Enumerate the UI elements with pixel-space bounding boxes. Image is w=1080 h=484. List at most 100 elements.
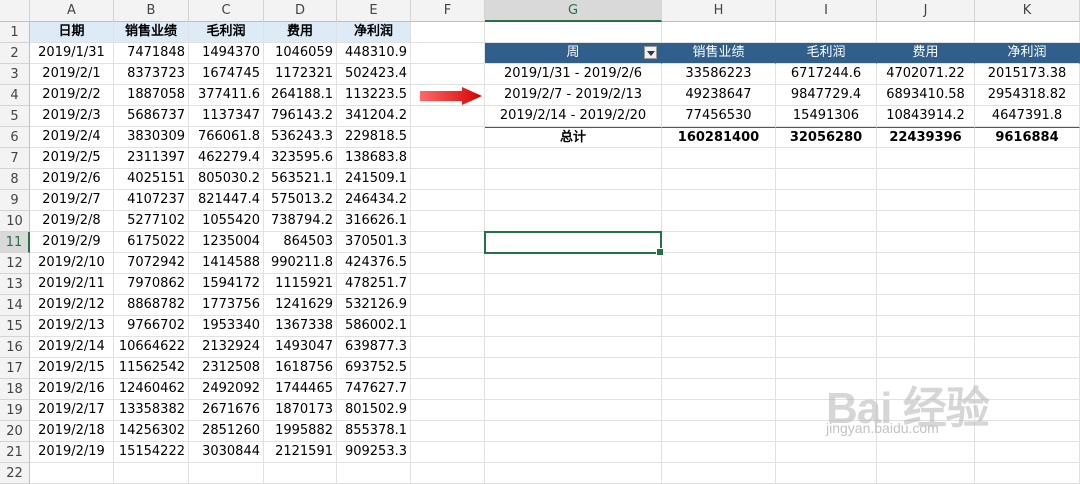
cell-f16[interactable]: [411, 337, 485, 358]
source-cell[interactable]: 8373723: [114, 64, 189, 85]
source-cell[interactable]: 14256302: [114, 421, 189, 442]
source-cell[interactable]: 532126.9: [337, 295, 411, 316]
source-cell[interactable]: 1172321: [264, 64, 337, 85]
source-cell[interactable]: 502423.4: [337, 64, 411, 85]
cell-k18[interactable]: [975, 379, 1080, 400]
cell-i19[interactable]: [776, 400, 877, 421]
cell-g12[interactable]: [485, 253, 662, 274]
source-cell[interactable]: 15154222: [114, 442, 189, 463]
source-cell[interactable]: 3830309: [114, 127, 189, 148]
pivot-cell[interactable]: 2019/2/14 - 2019/2/20: [485, 106, 662, 127]
source-cell[interactable]: 2019/2/19: [30, 442, 114, 463]
filter-dropdown-icon[interactable]: [644, 46, 657, 59]
source-cell[interactable]: 2019/2/14: [30, 337, 114, 358]
cell-g21[interactable]: [485, 442, 662, 463]
source-cell[interactable]: 478251.7: [337, 274, 411, 295]
cell-j11[interactable]: [877, 232, 975, 253]
cell-g17[interactable]: [485, 358, 662, 379]
source-cell[interactable]: 2019/2/10: [30, 253, 114, 274]
source-cell[interactable]: 2019/2/13: [30, 316, 114, 337]
source-cell[interactable]: 2019/2/9: [30, 232, 114, 253]
cell-i1[interactable]: [776, 22, 877, 43]
cell-g15[interactable]: [485, 316, 662, 337]
pivot-cell[interactable]: 4647391.8: [975, 106, 1080, 127]
cell-f19[interactable]: [411, 400, 485, 421]
cell-f7[interactable]: [411, 148, 485, 169]
source-cell[interactable]: 639877.3: [337, 337, 411, 358]
row-header-12[interactable]: 12: [0, 253, 30, 274]
cell-g19[interactable]: [485, 400, 662, 421]
source-cell[interactable]: 341204.2: [337, 106, 411, 127]
cell-e22[interactable]: [337, 463, 411, 484]
pivot-total-cell[interactable]: 160281400: [662, 127, 776, 148]
cell-k16[interactable]: [975, 337, 1080, 358]
pivot-cell[interactable]: 33586223: [662, 64, 776, 85]
source-cell[interactable]: 138683.8: [337, 148, 411, 169]
row-header-3[interactable]: 3: [0, 64, 30, 85]
source-cell[interactable]: 7970862: [114, 274, 189, 295]
source-cell[interactable]: 1870173: [264, 400, 337, 421]
cell-i13[interactable]: [776, 274, 877, 295]
row-header-21[interactable]: 21: [0, 442, 30, 463]
source-cell[interactable]: 2019/2/12: [30, 295, 114, 316]
cell-g9[interactable]: [485, 190, 662, 211]
cell-f9[interactable]: [411, 190, 485, 211]
cell-j13[interactable]: [877, 274, 975, 295]
cell-g22[interactable]: [485, 463, 662, 484]
cell-i18[interactable]: [776, 379, 877, 400]
cell-i7[interactable]: [776, 148, 877, 169]
cell-g8[interactable]: [485, 169, 662, 190]
pivot-cell[interactable]: 77456530: [662, 106, 776, 127]
cell-g18[interactable]: [485, 379, 662, 400]
cell-b22[interactable]: [114, 463, 189, 484]
cell-j7[interactable]: [877, 148, 975, 169]
cell-k8[interactable]: [975, 169, 1080, 190]
source-cell[interactable]: 2311397: [114, 148, 189, 169]
source-cell[interactable]: 370501.3: [337, 232, 411, 253]
source-cell[interactable]: 2019/2/2: [30, 85, 114, 106]
cell-k10[interactable]: [975, 211, 1080, 232]
source-cell[interactable]: 1674745: [189, 64, 264, 85]
source-cell[interactable]: 2019/2/17: [30, 400, 114, 421]
pivot-cell[interactable]: 2019/1/31 - 2019/2/6: [485, 64, 662, 85]
pivot-total-cell[interactable]: 9616884: [975, 127, 1080, 148]
pivot-header-4[interactable]: 净利润: [975, 43, 1080, 64]
source-cell[interactable]: 864503: [264, 232, 337, 253]
source-cell[interactable]: 747627.7: [337, 379, 411, 400]
source-cell[interactable]: 2019/2/11: [30, 274, 114, 295]
source-cell[interactable]: 1055420: [189, 211, 264, 232]
source-cell[interactable]: 10664622: [114, 337, 189, 358]
source-cell[interactable]: 2019/2/18: [30, 421, 114, 442]
source-cell[interactable]: 2019/2/6: [30, 169, 114, 190]
source-cell[interactable]: 1115921: [264, 274, 337, 295]
column-header-i[interactable]: I: [776, 0, 877, 22]
cell-f2[interactable]: [411, 43, 485, 64]
pivot-cell[interactable]: 2019/2/7 - 2019/2/13: [485, 85, 662, 106]
cell-j9[interactable]: [877, 190, 975, 211]
source-cell[interactable]: 1594172: [189, 274, 264, 295]
column-header-k[interactable]: K: [975, 0, 1080, 22]
cell-h10[interactable]: [662, 211, 776, 232]
cell-g1[interactable]: [485, 22, 662, 43]
column-header-j[interactable]: J: [877, 0, 975, 22]
cell-k12[interactable]: [975, 253, 1080, 274]
cell-f18[interactable]: [411, 379, 485, 400]
cell-i20[interactable]: [776, 421, 877, 442]
pivot-header-1[interactable]: 销售业绩: [662, 43, 776, 64]
pivot-total-cell[interactable]: 总计: [485, 127, 662, 148]
source-cell[interactable]: 563521.1: [264, 169, 337, 190]
cell-k17[interactable]: [975, 358, 1080, 379]
cell-j14[interactable]: [877, 295, 975, 316]
source-header-2[interactable]: 毛利润: [189, 22, 264, 43]
column-header-b[interactable]: B: [114, 0, 189, 22]
cell-f21[interactable]: [411, 442, 485, 463]
cell-g13[interactable]: [485, 274, 662, 295]
cell-j18[interactable]: [877, 379, 975, 400]
cell-h16[interactable]: [662, 337, 776, 358]
cell-c22[interactable]: [189, 463, 264, 484]
source-cell[interactable]: 4025151: [114, 169, 189, 190]
source-cell[interactable]: 229818.5: [337, 127, 411, 148]
source-cell[interactable]: 821447.4: [189, 190, 264, 211]
cell-d22[interactable]: [264, 463, 337, 484]
source-cell[interactable]: 575013.2: [264, 190, 337, 211]
